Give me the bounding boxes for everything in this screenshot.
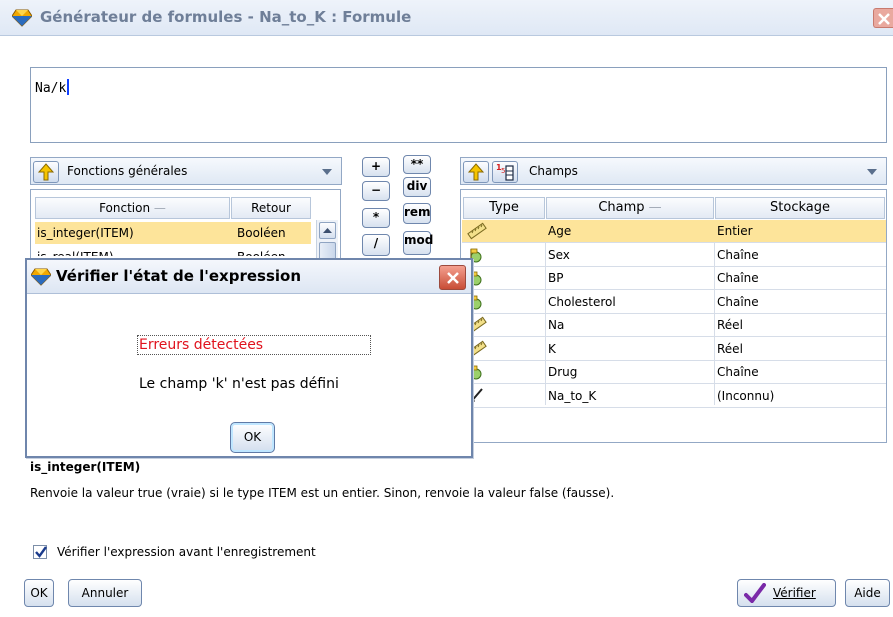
expression-editor[interactable]: Na/k (30, 67, 887, 143)
function-category-label: Fonctions générales (67, 164, 188, 178)
field-storage: Réel (717, 318, 743, 332)
insert-field-button[interactable] (463, 161, 489, 183)
app-diamond-icon (12, 9, 32, 27)
function-name: is_real(ITEM) (37, 246, 114, 256)
field-storage: Chaîne (717, 294, 759, 309)
checkmark-icon (35, 546, 47, 558)
formula-builder-window: Générateur de formules - Na_to_K : Formu… (0, 0, 893, 617)
check-button[interactable]: Vérifier (737, 579, 836, 607)
dialog-title: Vérifier l'état de l'expression (56, 267, 302, 285)
column-header-stockage[interactable]: Stockage (715, 197, 885, 219)
table-row[interactable]: Age Entier (462, 220, 886, 243)
svg-text:5: 5 (501, 167, 505, 175)
table-row[interactable]: is_integer(ITEM) Booléen (35, 222, 311, 244)
table-row[interactable]: Na_to_K (Inconnu) (462, 385, 886, 408)
check-expression-dialog: Vérifier l'état de l'expression Erreurs … (25, 258, 473, 458)
function-description-text: Renvoie la valeur true (vraie) si le typ… (30, 486, 615, 500)
table-row[interactable]: Drug Chaîne (462, 361, 886, 384)
operator-multiply-button[interactable]: * (362, 208, 390, 228)
function-return: Booléen (237, 246, 286, 256)
table-row[interactable]: Cholesterol Chaîne (462, 291, 886, 314)
column-header-type[interactable]: Type (463, 197, 545, 219)
table-row[interactable]: BP Chaîne (462, 267, 886, 290)
chevron-down-icon (867, 169, 877, 175)
function-category-select[interactable]: Fonctions générales (30, 157, 342, 185)
operator-plus-button[interactable]: + (362, 157, 390, 177)
checkmark-icon (744, 583, 766, 603)
close-icon (447, 272, 459, 284)
field-category-label: Champs (529, 164, 578, 178)
operator-power-button[interactable]: ** (403, 155, 431, 174)
operator-minus-button[interactable]: − (362, 181, 390, 201)
error-message: Le champ 'k' n'est pas défini (139, 376, 339, 392)
field-name: Sex (548, 247, 570, 262)
ok-button[interactable]: OK (24, 579, 54, 607)
check-before-save-label: Vérifier l'expression avant l'enregistre… (57, 545, 316, 559)
field-list-button[interactable]: 1 5 (492, 161, 518, 183)
dialog-title-bar: Vérifier l'état de l'expression (27, 260, 471, 294)
operator-div-button[interactable]: div (403, 177, 431, 197)
scroll-up-button[interactable] (319, 222, 336, 239)
operator-rem-button[interactable]: rem (403, 203, 431, 224)
field-name: Na (548, 318, 565, 332)
up-arrow-icon (37, 163, 55, 181)
field-name: Cholesterol (548, 294, 616, 309)
chevron-down-icon (322, 169, 332, 175)
operator-mod-button[interactable]: mod (403, 231, 433, 255)
field-list-icon: 1 5 (496, 163, 514, 181)
field-name: Age (548, 224, 572, 238)
text-caret (67, 79, 70, 95)
field-storage: Chaîne (717, 247, 759, 262)
field-name: Drug (548, 365, 578, 379)
help-button[interactable]: Aide (845, 579, 890, 607)
chevron-up-icon (323, 228, 332, 233)
window-close-button[interactable] (873, 8, 893, 28)
column-header-fonction[interactable]: Fonction — (35, 197, 230, 219)
table-row[interactable]: Na Réel (462, 314, 886, 337)
table-row[interactable]: Sex Chaîne (462, 244, 886, 267)
window-title: Générateur de formules - Na_to_K : Formu… (40, 8, 412, 26)
close-icon (878, 13, 890, 25)
field-name: Na_to_K (548, 388, 597, 403)
errors-detected-label: Erreurs détectées (137, 335, 371, 355)
table-row[interactable]: K Réel (462, 338, 886, 361)
field-category-select[interactable]: 1 5 Champs (460, 157, 887, 185)
field-storage: Chaîne (717, 271, 759, 285)
insert-function-button[interactable] (33, 161, 59, 183)
continuous-ruler-icon (466, 222, 488, 240)
field-name: K (548, 341, 556, 356)
function-description-title: is_integer(ITEM) (30, 460, 141, 474)
fields-table: Type Champ — Stockage Age Entier Sex Chaîne… (460, 189, 887, 443)
column-header-champ[interactable]: Champ — (546, 197, 714, 219)
function-name: is_integer(ITEM) (37, 226, 134, 240)
field-storage: Réel (717, 341, 743, 356)
expression-text: Na/k (35, 81, 67, 96)
operator-divide-button[interactable]: / (362, 234, 390, 256)
app-diamond-icon (31, 268, 51, 286)
field-storage: Chaîne (717, 365, 759, 379)
title-bar: Générateur de formules - Na_to_K : Formu… (0, 0, 893, 36)
column-header-retour[interactable]: Retour (231, 197, 311, 219)
field-storage: (Inconnu) (717, 388, 775, 403)
check-before-save-checkbox[interactable] (33, 545, 47, 559)
cancel-button[interactable]: Annuler (68, 579, 142, 607)
dialog-close-button[interactable] (439, 265, 466, 290)
dialog-ok-button[interactable]: OK (230, 422, 275, 453)
check-button-label: Vérifier (773, 586, 816, 600)
field-name: BP (548, 271, 564, 285)
field-storage: Entier (717, 224, 753, 238)
function-return: Booléen (237, 226, 286, 240)
up-arrow-icon (467, 163, 485, 181)
table-row[interactable]: is_real(ITEM) Booléen (35, 246, 311, 256)
